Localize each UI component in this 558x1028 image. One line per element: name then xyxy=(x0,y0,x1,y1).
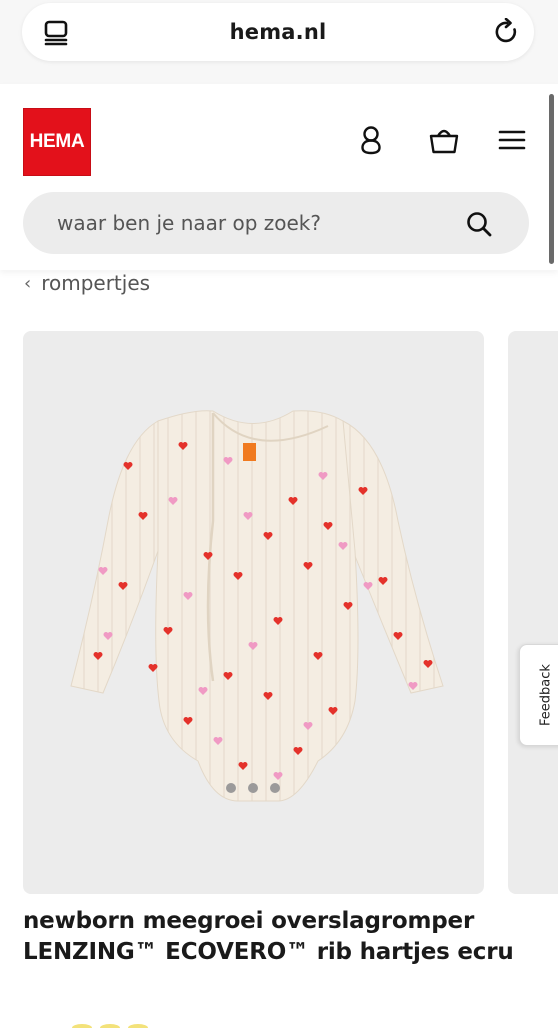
search-bar[interactable] xyxy=(23,192,529,254)
search-icon[interactable] xyxy=(465,210,493,238)
url-text[interactable]: hema.nl xyxy=(22,20,534,44)
user-icon[interactable] xyxy=(356,124,386,156)
browser-toolbar: hema.nl xyxy=(0,0,558,84)
hamburger-menu-icon[interactable] xyxy=(498,124,526,156)
address-bar[interactable]: hema.nl xyxy=(22,3,534,61)
logo-text: HEMA xyxy=(29,131,85,152)
rating-stars-icon xyxy=(72,1024,148,1028)
product-image-card[interactable] xyxy=(23,331,484,894)
feedback-tab[interactable]: Feedback xyxy=(519,644,558,746)
next-product-image-card[interactable] xyxy=(508,331,558,894)
feedback-label[interactable]: Feedback xyxy=(539,653,554,737)
search-input[interactable] xyxy=(57,192,437,254)
reload-icon[interactable] xyxy=(494,18,520,46)
product-title: newborn meegroei overslagromper LENZING™… xyxy=(23,908,514,965)
hema-logo[interactable]: HEMA xyxy=(23,108,91,176)
chevron-left-icon: ‹ xyxy=(24,272,32,294)
newborn-romper-hearts-image xyxy=(70,410,444,802)
site-header: HEMA xyxy=(0,84,558,270)
breadcrumb[interactable]: ‹ rompertjes xyxy=(24,268,150,298)
breadcrumb-label[interactable]: rompertjes xyxy=(41,271,150,295)
page-scrollbar[interactable] xyxy=(549,94,554,264)
basket-icon[interactable] xyxy=(428,124,460,156)
